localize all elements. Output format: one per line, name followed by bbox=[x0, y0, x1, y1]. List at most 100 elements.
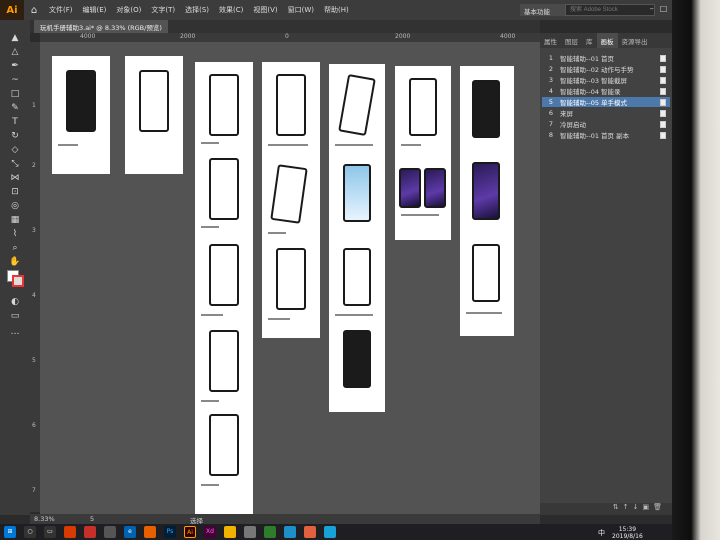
document-tab-bar: 玩机手册辅助3.ai* @ 8.33% (RGB/预览) bbox=[30, 20, 540, 33]
artboard-name: 智能辅助--01 首页 bbox=[560, 55, 615, 63]
app-icon[interactable] bbox=[304, 526, 316, 538]
artboard-options-icon[interactable] bbox=[660, 65, 666, 73]
tab-asset-export[interactable]: 资源导出 bbox=[618, 33, 652, 48]
panel-footer-buttons[interactable]: ⇅↑↓▣🗑 bbox=[540, 503, 672, 515]
artboard-options-icon[interactable] bbox=[660, 98, 666, 106]
curvature-tool-icon[interactable]: ~ bbox=[8, 74, 22, 86]
artboard-row[interactable]: 4 智能辅助--04 智能录 bbox=[542, 86, 670, 96]
artboard[interactable] bbox=[395, 66, 451, 240]
canvas[interactable] bbox=[40, 42, 540, 514]
app-icon[interactable] bbox=[324, 526, 336, 538]
artboard-number: 8 bbox=[548, 131, 554, 139]
artboard-row[interactable]: 6 来屏 bbox=[542, 108, 670, 118]
stock-search-input[interactable] bbox=[565, 4, 655, 16]
width-tool-icon[interactable]: ⋈ bbox=[8, 172, 22, 184]
artboard[interactable] bbox=[195, 62, 253, 514]
type-tool-icon[interactable]: T bbox=[8, 116, 22, 128]
ruler-tick: 0 bbox=[285, 33, 289, 40]
caption-line bbox=[335, 314, 373, 316]
menu-edit[interactable]: 编辑(E) bbox=[78, 5, 112, 15]
firefox-icon[interactable] bbox=[144, 526, 156, 538]
app-icon[interactable] bbox=[64, 526, 76, 538]
caption-line bbox=[268, 144, 308, 146]
zoom-tool-icon[interactable]: ⌕ bbox=[8, 242, 22, 254]
tab-artboards[interactable]: 画板 bbox=[596, 33, 618, 48]
more-tools-icon[interactable]: … bbox=[8, 326, 22, 338]
clock-date: 2019/8/16 bbox=[612, 533, 643, 540]
tab-libraries[interactable]: 库 bbox=[582, 33, 597, 48]
artboard-options-icon[interactable] bbox=[660, 54, 666, 62]
artboard-navigator-page[interactable]: 5 bbox=[90, 515, 94, 523]
selection-tool-icon[interactable]: ▲ bbox=[8, 32, 22, 44]
artboard[interactable] bbox=[52, 56, 110, 174]
artboard-row[interactable]: 7 冷屏启动 bbox=[542, 119, 670, 129]
task-view-icon[interactable]: ▭ bbox=[44, 526, 56, 538]
artboard-options-icon[interactable] bbox=[660, 131, 666, 139]
paintbrush-tool-icon[interactable]: ✎ bbox=[8, 102, 22, 114]
app-icon[interactable] bbox=[84, 526, 96, 538]
eyedropper-tool-icon[interactable]: ⌇ bbox=[8, 228, 22, 240]
menu-view[interactable]: 视图(V) bbox=[248, 5, 282, 15]
gradient-tool-icon[interactable]: ▦ bbox=[8, 214, 22, 226]
illustrator-icon[interactable]: Ai bbox=[184, 526, 196, 538]
file-explorer-icon[interactable] bbox=[224, 526, 236, 538]
draw-mode-icon[interactable]: ◐ bbox=[8, 296, 22, 308]
menu-type[interactable]: 文字(T) bbox=[146, 5, 180, 15]
menu-object[interactable]: 对象(O) bbox=[111, 5, 146, 15]
artboard-row[interactable]: 2 智能辅助--02 动作与手势 bbox=[542, 64, 670, 74]
tab-layers[interactable]: 图层 bbox=[561, 33, 582, 48]
eraser-tool-icon[interactable]: ◇ bbox=[8, 144, 22, 156]
home-icon[interactable]: ⌂ bbox=[24, 5, 44, 16]
artboard-row[interactable]: 3 智能辅助--03 智能截屏 bbox=[542, 75, 670, 85]
artboard[interactable] bbox=[262, 62, 320, 338]
artboard-options-icon[interactable] bbox=[660, 120, 666, 128]
free-transform-tool-icon[interactable]: ⊡ bbox=[8, 186, 22, 198]
shape-builder-tool-icon[interactable]: ◎ bbox=[8, 200, 22, 212]
system-clock[interactable]: 15:39 2019/8/16 bbox=[612, 526, 643, 540]
app-icon[interactable] bbox=[244, 526, 256, 538]
scale-tool-icon[interactable]: ⤡ bbox=[8, 158, 22, 170]
artboard-options-icon[interactable] bbox=[660, 76, 666, 84]
artboard-row-selected[interactable]: 5 智能辅助--05 单手模式 bbox=[542, 97, 670, 107]
pen-tool-icon[interactable]: ✒ bbox=[8, 60, 22, 72]
artboard[interactable] bbox=[460, 66, 514, 336]
artboard-number: 5 bbox=[548, 98, 554, 106]
screen-mode-icon[interactable]: ▭ bbox=[8, 310, 22, 322]
document-tab[interactable]: 玩机手册辅助3.ai* @ 8.33% (RGB/预览) bbox=[34, 20, 168, 33]
menu-bar: Ai ⌂ 文件(F) 编辑(E) 对象(O) 文字(T) 选择(S) 效果(C)… bbox=[0, 0, 690, 20]
artboard-options-icon[interactable] bbox=[660, 109, 666, 117]
app-icon[interactable] bbox=[264, 526, 276, 538]
artboard-name: 智能辅助--03 智能截屏 bbox=[560, 77, 628, 85]
rotate-tool-icon[interactable]: ↻ bbox=[8, 130, 22, 142]
ime-indicator[interactable]: 中 bbox=[598, 528, 605, 538]
menu-select[interactable]: 选择(S) bbox=[180, 5, 214, 15]
direct-selection-tool-icon[interactable]: △ bbox=[8, 46, 22, 58]
hand-tool-icon[interactable]: ✋ bbox=[8, 256, 22, 268]
app-icon[interactable] bbox=[104, 526, 116, 538]
windows-start-icon[interactable]: ⊞ bbox=[4, 526, 16, 538]
artboard-row[interactable]: 8 智能辅助--01 首页 副本 bbox=[542, 130, 670, 140]
menu-file[interactable]: 文件(F) bbox=[44, 5, 78, 15]
rectangle-tool-icon[interactable]: □ bbox=[8, 88, 22, 100]
artboard-row[interactable]: 1 智能辅助--01 首页 bbox=[542, 53, 670, 63]
illustrator-window: Ai ⌂ 文件(F) 编辑(E) 对象(O) 文字(T) 选择(S) 效果(C)… bbox=[0, 0, 720, 540]
caption-line bbox=[401, 144, 421, 146]
photoshop-icon[interactable]: Ps bbox=[164, 526, 176, 538]
search-icon[interactable]: ○ bbox=[24, 526, 36, 538]
tab-properties[interactable]: 属性 bbox=[540, 33, 561, 48]
monitor-bezel bbox=[672, 0, 720, 540]
artboard-options-icon[interactable] bbox=[660, 87, 666, 95]
app-icon[interactable] bbox=[284, 526, 296, 538]
stroke-swatch[interactable] bbox=[12, 275, 24, 287]
phone-mockup bbox=[424, 168, 446, 208]
artboard[interactable] bbox=[125, 56, 183, 174]
menu-window[interactable]: 窗口(W) bbox=[283, 5, 319, 15]
menu-help[interactable]: 帮助(H) bbox=[319, 5, 354, 15]
zoom-level[interactable]: 8.33% bbox=[34, 515, 55, 523]
xd-icon[interactable]: Xd bbox=[204, 526, 216, 538]
artboard-number: 6 bbox=[548, 109, 554, 117]
menu-effect[interactable]: 效果(C) bbox=[214, 5, 248, 15]
edge-icon[interactable]: e bbox=[124, 526, 136, 538]
status-bar: 8.33% 5 选择 bbox=[30, 514, 540, 525]
artboard[interactable] bbox=[329, 64, 385, 412]
